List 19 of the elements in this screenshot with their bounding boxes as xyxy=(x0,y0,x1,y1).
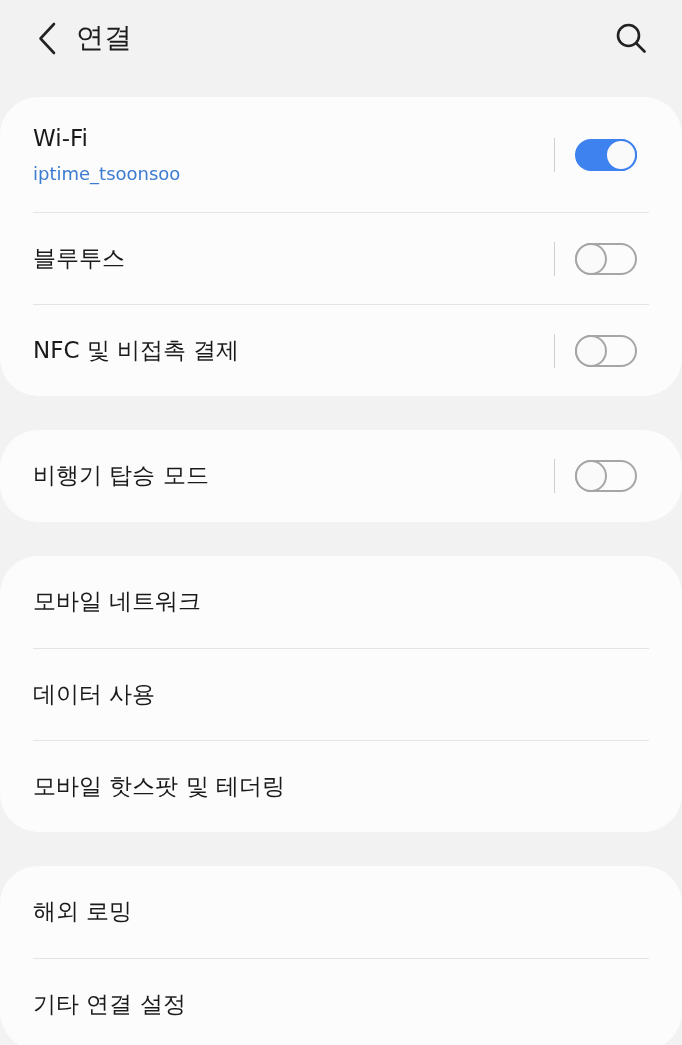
setting-label[interactable]: NFC 및 비접촉 결제 xyxy=(33,336,240,365)
toggle-switch[interactable] xyxy=(575,242,637,275)
setting-label[interactable]: 해외 로밍 xyxy=(33,898,133,926)
setting-label[interactable]: 비행기 탑승 모드 xyxy=(33,462,209,490)
setting-label[interactable]: 데이터 사용 xyxy=(33,680,156,709)
search-icon xyxy=(616,23,646,53)
setting-label[interactable]: 블루투스 xyxy=(33,244,125,273)
page-title: 연결 xyxy=(76,21,132,55)
setting-label[interactable]: 모바일 핫스팟 및 테더링 xyxy=(33,772,285,801)
setting-label[interactable]: 기타 연결 설정 xyxy=(33,990,186,1019)
setting-label[interactable]: Wi-Fi xyxy=(33,124,88,153)
toggle-switch[interactable] xyxy=(575,334,637,367)
toggle-switch[interactable] xyxy=(575,138,637,171)
back-icon xyxy=(38,21,56,55)
network-name: iptime_tsoonsoo xyxy=(33,162,181,185)
toggle-switch[interactable] xyxy=(575,460,637,492)
search-button[interactable] xyxy=(616,23,646,53)
setting-label[interactable]: 모바일 네트워크 xyxy=(33,588,202,616)
back-button[interactable] xyxy=(38,21,56,55)
